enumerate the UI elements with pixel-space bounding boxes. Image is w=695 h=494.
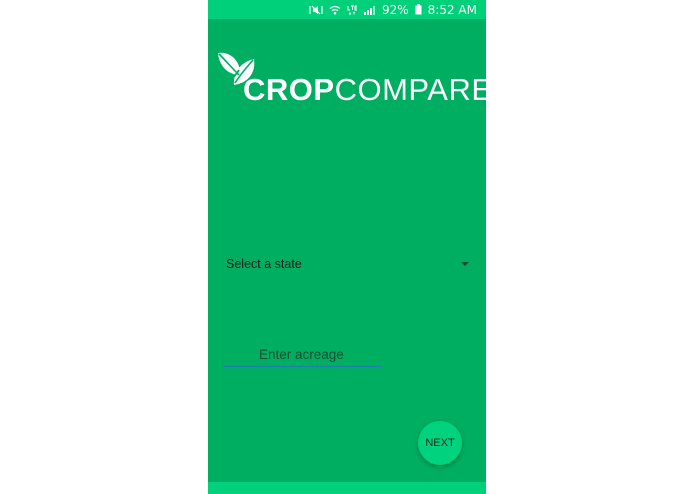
clock: 8:52 AM (427, 2, 477, 17)
lte-icon (347, 5, 358, 15)
signal-icon (364, 5, 376, 15)
logo-wordmark: CROPCOMPARE (243, 73, 486, 107)
status-bar: 92% 8:52 AM (208, 0, 486, 19)
state-select[interactable]: Select a state (226, 252, 471, 276)
dropdown-arrow-icon (461, 262, 469, 266)
battery-percent: 92% (382, 2, 409, 17)
wifi-icon (329, 5, 341, 15)
acreage-input[interactable] (223, 343, 381, 367)
next-button[interactable]: NEXT (418, 421, 462, 465)
mute-icon (309, 5, 323, 15)
state-select-label: Select a state (226, 257, 302, 271)
app-logo: CROPCOMPARE (215, 48, 486, 108)
logo-text-compare: COMPARE (334, 72, 486, 107)
logo-text-crop: CROP (243, 72, 335, 107)
battery-icon (415, 4, 422, 15)
app-screen: 92% 8:52 AM CROPCOMPARE Select a state N… (208, 0, 486, 494)
navigation-bar (208, 482, 486, 494)
